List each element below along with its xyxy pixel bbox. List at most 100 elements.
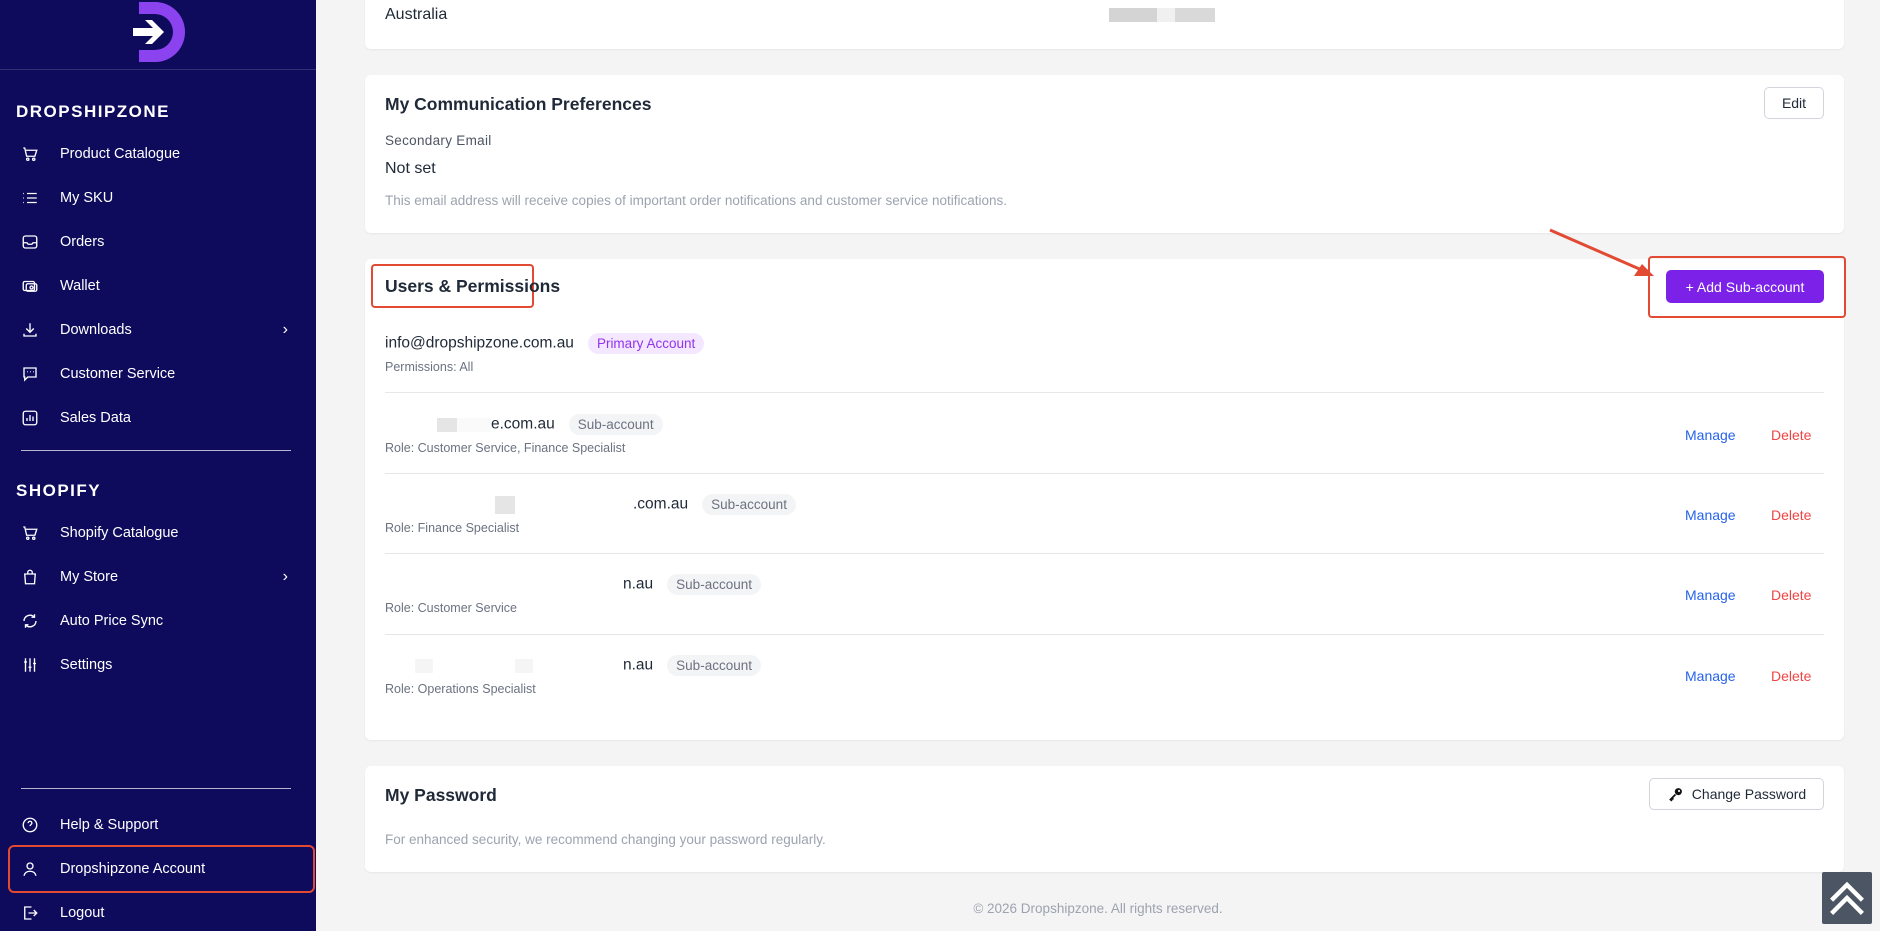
- row-divider: [385, 473, 1824, 474]
- dropshipzone-logo-icon[interactable]: [125, 0, 191, 66]
- sliders-icon: [20, 655, 40, 675]
- address-card: Australia: [365, 0, 1844, 49]
- scroll-to-top-button[interactable]: [1822, 872, 1872, 924]
- sidebar-item-label: Auto Price Sync: [60, 613, 164, 629]
- sidebar-item-label: Sales Data: [60, 410, 131, 426]
- sidebar-item-help-support[interactable]: Help & Support: [0, 803, 316, 847]
- manage-link[interactable]: Manage: [1685, 587, 1736, 603]
- redacted-block: [1175, 7, 1215, 22]
- manage-link[interactable]: Manage: [1685, 507, 1736, 523]
- users-permissions-title: Users & Permissions: [385, 276, 561, 296]
- bottom-nav: Help & Support Dropshipzone Account Logo…: [0, 803, 316, 931]
- primary-email: info@dropshipzone.com.au: [385, 334, 574, 352]
- inbox-icon: [20, 232, 40, 252]
- footer-copyright: © 2026 Dropshipzone. All rights reserved…: [973, 901, 1223, 916]
- redacted-block: [515, 658, 533, 673]
- sidebar-item-label: Downloads: [60, 322, 132, 338]
- sidebar-item-shopify-catalogue[interactable]: Shopify Catalogue: [0, 511, 316, 555]
- delete-link[interactable]: Delete: [1771, 587, 1811, 603]
- add-sub-account-button[interactable]: + Add Sub-account: [1666, 270, 1824, 303]
- section-title-shopify: SHOPIFY: [16, 481, 102, 500]
- table-row: n.au Sub-account Role: Operations Special…: [385, 655, 1824, 696]
- subaccount-role: Role: Operations Specialist: [385, 682, 536, 696]
- logo-area: [0, 0, 316, 70]
- redacted-block: [1157, 7, 1175, 22]
- chat-icon: [20, 364, 40, 384]
- sidebar-item-label: My Store: [60, 569, 119, 585]
- main-content: Australia My Communication Preferences E…: [316, 0, 1880, 931]
- redacted-value: [1109, 6, 1215, 24]
- sub-account-badge: Sub-account: [568, 414, 663, 435]
- sidebar-item-customer-service[interactable]: Customer Service: [0, 352, 316, 396]
- password-card: My Password Change Password For enhanced…: [365, 766, 1844, 872]
- section-title-dropshipzone: DROPSHIPZONE: [16, 102, 171, 121]
- delete-link[interactable]: Delete: [1771, 668, 1811, 684]
- sidebar-item-dropshipzone-account[interactable]: Dropshipzone Account: [8, 845, 315, 893]
- shopify-nav: Shopify Catalogue My Store › Auto Price …: [0, 511, 316, 687]
- sub-account-badge: Sub-account: [667, 655, 761, 676]
- subaccount-email: n.au: [623, 656, 654, 674]
- redacted-block: [457, 417, 491, 432]
- redacted-block: [495, 495, 515, 514]
- redacted-block: [1109, 7, 1157, 22]
- sidebar-item-label: Orders: [60, 234, 105, 250]
- sidebar-item-label: Wallet: [60, 278, 100, 294]
- primary-account-row: info@dropshipzone.com.au Primary Account …: [385, 333, 1824, 374]
- sidebar-item-my-store[interactable]: My Store ›: [0, 555, 316, 599]
- redacted-email-prefix: [385, 657, 623, 675]
- sidebar-item-my-sku[interactable]: My SKU: [0, 176, 316, 220]
- redacted-block: [415, 658, 433, 673]
- chevron-right-icon: ›: [282, 321, 288, 338]
- cart-icon: [20, 523, 40, 543]
- sidebar-item-product-catalogue[interactable]: Product Catalogue: [0, 132, 316, 176]
- sidebar-item-auto-price-sync[interactable]: Auto Price Sync: [0, 599, 316, 643]
- sidebar-item-logout[interactable]: Logout: [0, 891, 316, 931]
- row-divider: [385, 392, 1824, 393]
- manage-link[interactable]: Manage: [1685, 427, 1736, 443]
- manage-link[interactable]: Manage: [1685, 668, 1736, 684]
- user-icon: [20, 859, 40, 879]
- subaccount-role: Role: Finance Specialist: [385, 521, 520, 535]
- sidebar-divider: [21, 450, 291, 451]
- table-row: n.au Sub-account Role: Customer Service: [385, 574, 1824, 615]
- bag-icon: [20, 567, 40, 587]
- sidebar-item-label: Customer Service: [60, 366, 176, 382]
- sidebar-item-orders[interactable]: Orders: [0, 220, 316, 264]
- communication-help-text: This email address will receive copies o…: [385, 193, 1008, 208]
- subaccount-email: e.com.au: [491, 415, 555, 433]
- chevron-right-icon: ›: [282, 568, 288, 585]
- sync-icon: [20, 611, 40, 631]
- subaccount-role: Role: Customer Service: [385, 601, 517, 615]
- table-row: e.com.au Sub-account Role: Customer Servi…: [385, 414, 1824, 455]
- annotation-arrow-icon: [1549, 228, 1654, 276]
- edit-button[interactable]: Edit: [1764, 87, 1824, 119]
- sidebar-item-label: Product Catalogue: [60, 146, 181, 162]
- sidebar-divider: [21, 788, 291, 789]
- subaccount-email: n.au: [623, 575, 654, 593]
- double-chevron-up-icon: [1830, 881, 1864, 915]
- dropshipzone-nav: Product Catalogue My SKU Orders Wallet D…: [0, 132, 316, 440]
- help-icon: [20, 815, 40, 835]
- sidebar-item-settings[interactable]: Settings: [0, 643, 316, 687]
- communication-title: My Communication Preferences: [385, 94, 652, 114]
- sidebar-item-sales-data[interactable]: Sales Data: [0, 396, 316, 440]
- table-row: .com.au Sub-account Role: Finance Special…: [385, 494, 1824, 535]
- sidebar-item-label: Settings: [60, 657, 113, 673]
- sidebar-item-wallet[interactable]: Wallet: [0, 264, 316, 308]
- change-password-button[interactable]: Change Password: [1649, 778, 1824, 810]
- sidebar-item-downloads[interactable]: Downloads ›: [0, 308, 316, 352]
- row-divider: [385, 553, 1824, 554]
- primary-account-badge: Primary Account: [587, 333, 705, 354]
- sidebar-bottom: Help & Support Dropshipzone Account Logo…: [0, 788, 316, 931]
- primary-permissions: Permissions: All: [385, 360, 474, 374]
- redacted-email-prefix: [385, 495, 633, 514]
- secondary-email-label: Secondary Email: [385, 133, 492, 148]
- cart-icon: [20, 144, 40, 164]
- redacted-email-prefix: [385, 576, 623, 594]
- list-icon: [20, 188, 40, 208]
- delete-link[interactable]: Delete: [1771, 427, 1811, 443]
- sidebar-item-label: Dropshipzone Account: [60, 861, 206, 877]
- sidebar-item-label: Logout: [60, 905, 105, 921]
- delete-link[interactable]: Delete: [1771, 507, 1811, 523]
- chart-icon: [20, 408, 40, 428]
